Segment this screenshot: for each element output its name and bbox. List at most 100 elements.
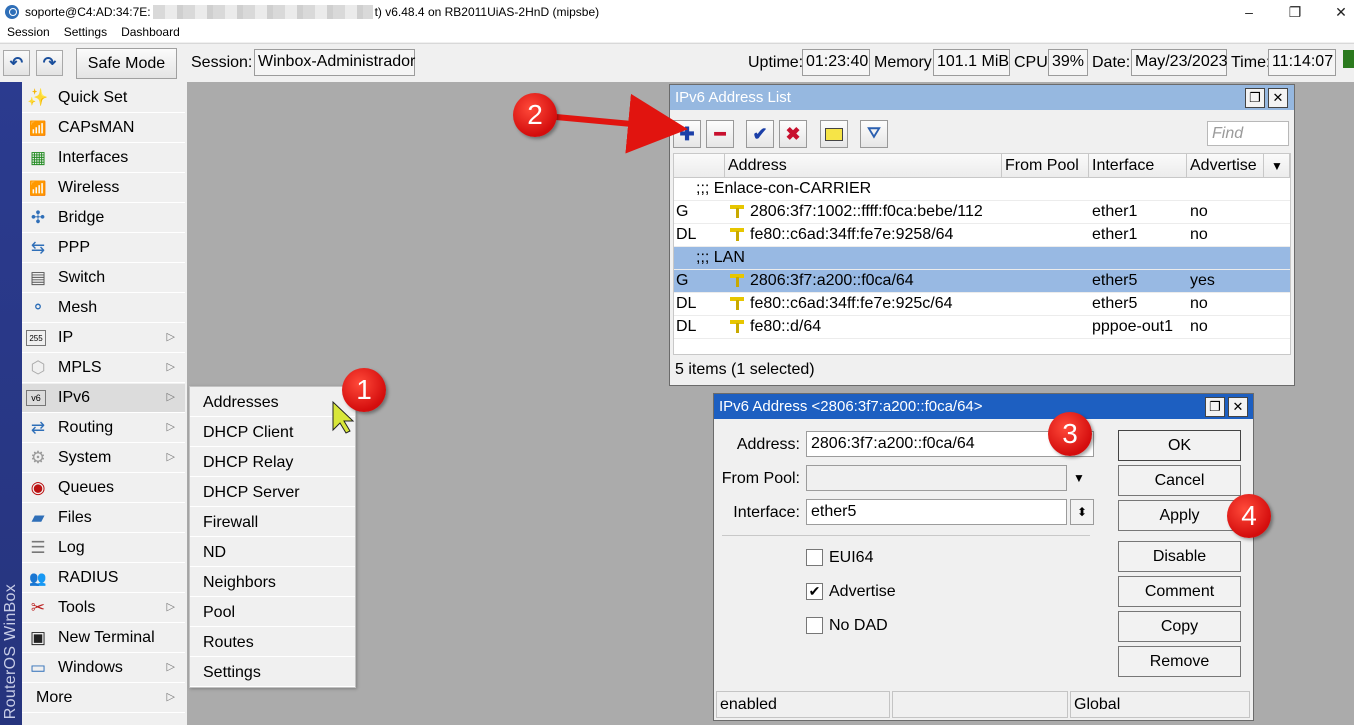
eui64-checkbox[interactable] <box>806 549 823 566</box>
interface-dropdown-icon[interactable]: ⬍ <box>1070 499 1094 525</box>
sidebar-item-ppp[interactable]: ⇆ PPP <box>22 234 185 263</box>
undo-icon[interactable]: ↶ <box>3 50 30 76</box>
row-address: 2806:3f7:a200::f0ca/64 <box>750 272 914 289</box>
menu-dashboard[interactable]: Dashboard <box>114 24 187 42</box>
row-flags: G <box>676 272 689 289</box>
folder-icon: ▰ <box>31 508 45 527</box>
interface-field[interactable]: ether5 <box>806 499 1067 525</box>
submenu-item-addresses[interactable]: Addresses <box>190 387 355 417</box>
disable-button[interactable]: ✖ <box>779 120 807 148</box>
table-row[interactable]: DL fe80::c6ad:34ff:fe7e:925c/64 ether5 n… <box>674 293 1290 316</box>
column-chooser-icon[interactable]: ▼ <box>1264 154 1290 178</box>
table-row[interactable]: G 2806:3f7:1002::ffff:f0ca:bebe/112 ethe… <box>674 201 1290 224</box>
maximize-icon[interactable]: ❐ <box>1205 397 1225 417</box>
sidebar-item-label: Bridge <box>58 209 105 226</box>
row-address: fe80::c6ad:34ff:fe7e:925c/64 <box>750 295 953 312</box>
sidebar-item-tools[interactable]: ✂ Tools ▷ <box>22 594 185 623</box>
submenu-item-dhcp-client[interactable]: DHCP Client <box>190 417 355 447</box>
sidebar-item-bridge[interactable]: ✣ Bridge <box>22 204 185 233</box>
sidebar-item-new-terminal[interactable]: ▣ New Terminal <box>22 624 185 653</box>
address-icon <box>730 228 744 241</box>
sidebar-item-label: System <box>58 449 112 466</box>
submenu-item-dhcp-server[interactable]: DHCP Server <box>190 477 355 507</box>
ok-button[interactable]: OK <box>1118 430 1241 461</box>
minimize-icon[interactable]: – <box>1226 0 1272 24</box>
sidebar-item-wireless[interactable]: 📶 Wireless <box>22 174 185 203</box>
close-icon[interactable]: ✕ <box>1318 0 1354 24</box>
menu-settings[interactable]: Settings <box>57 24 114 42</box>
submenu-item-pool[interactable]: Pool <box>190 597 355 627</box>
table-row-comment[interactable]: ;;; Enlace-con-CARRIER <box>674 178 1290 201</box>
menu-session[interactable]: Session <box>0 24 57 42</box>
no-dad-checkbox[interactable] <box>806 617 823 634</box>
window-title-suffix: t) v6.48.4 on RB2011UiAS-2HnD (mipsbe) <box>374 5 600 19</box>
maximize-icon[interactable]: ❐ <box>1245 88 1265 108</box>
enable-button[interactable]: ✔ <box>746 120 774 148</box>
sidebar-item-label: PPP <box>58 239 91 256</box>
disable-button[interactable]: Disable <box>1118 541 1241 572</box>
radius-icon: 👥 <box>29 569 47 586</box>
submenu-item-routes[interactable]: Routes <box>190 627 355 657</box>
close-icon[interactable]: ✕ <box>1228 397 1248 417</box>
comment-button[interactable]: Comment <box>1118 576 1241 607</box>
column-header-from-pool[interactable]: From Pool <box>1002 154 1089 178</box>
sidebar-item-windows[interactable]: ▭ Windows ▷ <box>22 654 185 683</box>
session-field[interactable]: Winbox-Administrador <box>254 49 415 76</box>
column-header-interface[interactable]: Interface <box>1089 154 1187 178</box>
sidebar-item-log[interactable]: ☰ Log <box>22 534 185 563</box>
copy-button[interactable]: Copy <box>1118 611 1241 642</box>
filter-button[interactable]: ⛛ <box>860 120 888 148</box>
status-middle <box>892 691 1068 718</box>
submenu-item-nd[interactable]: ND <box>190 537 355 567</box>
table-row[interactable]: DL fe80::c6ad:34ff:fe7e:9258/64 ether1 n… <box>674 224 1290 247</box>
table-row-selected[interactable]: G 2806:3f7:a200::f0ca/64 ether5 yes <box>674 270 1290 293</box>
sidebar-item-label: Queues <box>58 479 115 496</box>
sidebar-item-label: RADIUS <box>58 569 119 586</box>
cancel-button[interactable]: Cancel <box>1118 465 1241 496</box>
submenu-item-firewall[interactable]: Firewall <box>190 507 355 537</box>
sidebar-item-queues[interactable]: ◉ Queues <box>22 474 185 503</box>
from-pool-field[interactable] <box>806 465 1067 491</box>
row-interface: ether1 <box>1092 203 1138 220</box>
table-row[interactable]: DL fe80::d/64 pppoe-out1 no <box>674 316 1290 339</box>
sidebar-item-ipv6[interactable]: v6 IPv6 ▷ <box>22 384 185 413</box>
sidebar-item-radius[interactable]: 👥 RADIUS <box>22 564 185 593</box>
mpls-icon: ⬡ <box>30 358 46 377</box>
add-button[interactable]: ✚ <box>673 120 701 148</box>
remove-button[interactable]: ━ <box>706 120 734 148</box>
sidebar-item-ip[interactable]: 255 IP ▷ <box>22 324 185 353</box>
comment-button[interactable] <box>820 120 848 148</box>
dialog-title: IPv6 Address <2806:3f7:a200::f0ca/64> <box>714 394 1253 419</box>
sidebar-item-system[interactable]: ⚙ System ▷ <box>22 444 185 473</box>
column-header-flags[interactable] <box>674 154 725 178</box>
sidebar-item-quick-set[interactable]: ✨ Quick Set <box>22 84 185 113</box>
submenu-item-neighbors[interactable]: Neighbors <box>190 567 355 597</box>
sidebar-item-files[interactable]: ▰ Files <box>22 504 185 533</box>
advertise-checkbox[interactable]: ✔ <box>806 583 823 600</box>
sidebar-item-routing[interactable]: ⇄ Routing ▷ <box>22 414 185 443</box>
sidebar-item-more[interactable]: More ▷ <box>22 684 185 713</box>
safe-mode-button[interactable]: Safe Mode <box>76 48 177 79</box>
remove-button[interactable]: Remove <box>1118 646 1241 677</box>
table-row-comment[interactable]: ;;; LAN <box>674 247 1290 270</box>
sidebar-item-interfaces[interactable]: ▦ Interfaces <box>22 144 185 173</box>
sidebar-item-mpls[interactable]: ⬡ MPLS ▷ <box>22 354 185 383</box>
status-enabled: enabled <box>716 691 890 718</box>
pool-dropdown-icon[interactable]: ▼ <box>1073 471 1085 485</box>
submenu-arrow-icon: ▷ <box>166 331 175 343</box>
close-icon[interactable]: ✕ <box>1268 88 1288 108</box>
sidebar-item-switch[interactable]: ▤ Switch <box>22 264 185 293</box>
time-label: Time: <box>1231 54 1271 71</box>
submenu-item-settings[interactable]: Settings <box>190 657 355 687</box>
submenu-item-dhcp-relay[interactable]: DHCP Relay <box>190 447 355 477</box>
sidebar-item-mesh[interactable]: ⚬ Mesh <box>22 294 185 323</box>
row-interface: ether5 <box>1092 295 1138 312</box>
apply-button[interactable]: Apply <box>1118 500 1241 531</box>
column-header-advertise[interactable]: Advertise <box>1187 154 1264 178</box>
row-advertise: no <box>1190 295 1208 312</box>
column-header-address[interactable]: Address <box>725 154 1002 178</box>
maximize-icon[interactable]: ❐ <box>1272 0 1318 24</box>
sidebar-item-capsman[interactable]: 📶 CAPsMAN <box>22 114 185 143</box>
redo-icon[interactable]: ↷ <box>36 50 63 76</box>
find-input[interactable]: Find <box>1207 121 1289 146</box>
